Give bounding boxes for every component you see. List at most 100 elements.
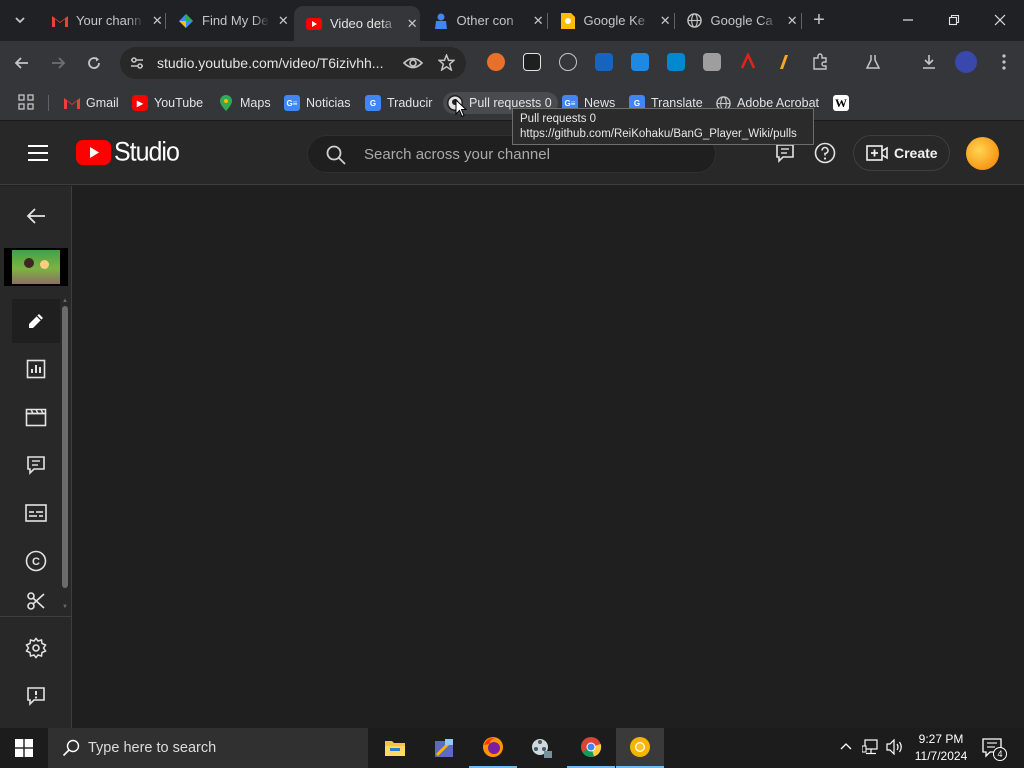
extension-speed-icon[interactable] [559,53,577,71]
forward-button[interactable] [44,49,72,77]
extension-translate-a-icon[interactable] [667,53,685,71]
sidebar-item-copyright[interactable]: C [12,539,60,583]
maps-pin-icon [218,95,234,111]
taskbar-search-placeholder: Type here to search [88,740,217,756]
restore-icon [948,14,960,26]
details-edit-icon [29,314,43,328]
taskbar-chrome-canary[interactable] [616,728,664,768]
close-icon[interactable]: ✕ [276,13,291,29]
extension-orange-icon[interactable] [487,53,505,71]
tab-gmail[interactable]: Your chann ✕ [40,6,165,35]
restore-button[interactable] [940,6,968,34]
google-news-icon: G≡ [284,95,300,111]
new-tab-button[interactable]: + [805,6,833,34]
tab-title: Google Ca [710,13,773,28]
sidebar-item-editor[interactable] [12,395,60,439]
hamburger-menu-icon[interactable] [28,145,48,166]
minimize-icon [903,19,913,21]
google-translate-icon: G [365,95,381,111]
bookmark-traducir[interactable]: G Traducir [365,92,432,114]
close-window-button[interactable] [986,6,1014,34]
person-icon [433,13,449,29]
taskbar-file-explorer[interactable] [371,728,419,768]
subtitles-icon [25,504,47,522]
tab-other-content[interactable]: Other con ✕ [421,6,546,35]
sidebar-scrollbar[interactable] [62,306,68,588]
eye-icon[interactable] [402,55,424,76]
scroll-up-arrow-icon[interactable]: ▲ [62,298,68,304]
bookmark-wikipedia[interactable]: W [833,92,855,114]
scroll-down-arrow-icon[interactable]: ▼ [62,604,68,610]
sidebar-item-comments[interactable] [12,443,60,487]
labs-flask-icon[interactable] [864,53,882,71]
address-bar[interactable]: studio.youtube.com/video/T6izivhh... [120,47,466,79]
show-hidden-icons-chevron-icon[interactable] [840,740,852,758]
back-to-content-button[interactable] [12,194,60,238]
feedback-icon [27,687,45,706]
extension-acrobat-icon[interactable] [739,52,757,71]
taskbar-video-editor[interactable] [518,728,566,768]
taskbar-firefox[interactable] [469,728,517,768]
close-icon[interactable]: ✕ [404,16,420,32]
star-bookmark-icon[interactable] [437,53,456,76]
youtube-icon [306,16,322,32]
video-thumbnail[interactable] [4,248,68,286]
sidebar-item-analytics[interactable] [12,347,60,391]
minimize-button[interactable] [894,6,922,34]
sidebar-item-settings[interactable] [12,626,60,670]
apps-grid-icon[interactable] [18,94,34,115]
back-arrow-icon [26,208,45,224]
bookmark-gmail[interactable]: Gmail [64,92,119,114]
menu-kebab-icon[interactable] [995,53,1013,71]
extension-camera-icon[interactable] [595,53,613,71]
network-icon[interactable] [861,739,880,760]
firefox-icon [483,737,503,757]
tab-title: Google Ke [583,13,645,28]
taskbar-clock[interactable]: 9:27 PM 11/7/2024 [910,731,972,765]
bookmark-noticias[interactable]: G≡ Noticias [284,92,350,114]
sidebar-item-feedback[interactable] [12,674,60,718]
folder-icon [385,741,405,756]
profile-avatar-icon[interactable] [955,51,977,73]
site-info-icon[interactable] [129,55,145,76]
app-studio-icon [435,739,453,757]
reload-button[interactable] [80,49,108,77]
close-icon[interactable]: ✕ [784,13,800,29]
downloads-icon[interactable] [920,53,938,71]
extension-screenshot-icon[interactable] [631,53,649,71]
extensions-puzzle-icon[interactable] [811,53,829,71]
extension-bolt-icon[interactable] [775,53,793,71]
film-reel-icon [532,739,552,758]
close-icon[interactable]: ✕ [150,13,165,29]
taskbar-search-input[interactable]: Type here to search [48,728,368,768]
tab-google-keep[interactable]: Google Ke ✕ [548,6,673,35]
extension-printer-icon[interactable] [703,53,721,71]
messages-icon[interactable] [775,143,795,168]
studio-logo[interactable]: Studio [76,137,180,167]
gmail-icon [52,13,68,29]
tab-title: Your chann [76,13,142,28]
close-icon[interactable]: ✕ [657,13,673,29]
tab-search-button[interactable] [6,6,34,34]
create-button[interactable]: Create [853,135,950,171]
plus-icon: + [813,8,825,31]
studio-sidebar: C ▲ ▼ [0,186,72,728]
sidebar-item-subtitles[interactable] [12,491,60,535]
sidebar-item-details[interactable] [12,299,60,343]
tab-google-calendar[interactable]: Google Ca ✕ [675,6,800,35]
extension-glasses-icon[interactable] [523,53,541,71]
volume-icon[interactable] [886,738,904,760]
close-icon[interactable]: ✕ [530,13,546,29]
back-button[interactable] [8,49,36,77]
help-icon[interactable] [814,142,836,169]
bookmark-label: Gmail [86,96,119,110]
channel-avatar[interactable] [966,137,999,170]
taskbar-chrome[interactable] [567,728,615,768]
start-button[interactable] [0,728,48,768]
sidebar-item-clips[interactable] [12,587,60,613]
bookmark-youtube[interactable]: ▶ YouTube [132,92,203,114]
bookmark-maps[interactable]: Maps [218,92,271,114]
taskbar-app-studio[interactable] [420,728,468,768]
tab-video-details[interactable]: Video deta ✕ [294,6,420,41]
tab-find-my-device[interactable]: Find My De ✕ [166,6,291,35]
